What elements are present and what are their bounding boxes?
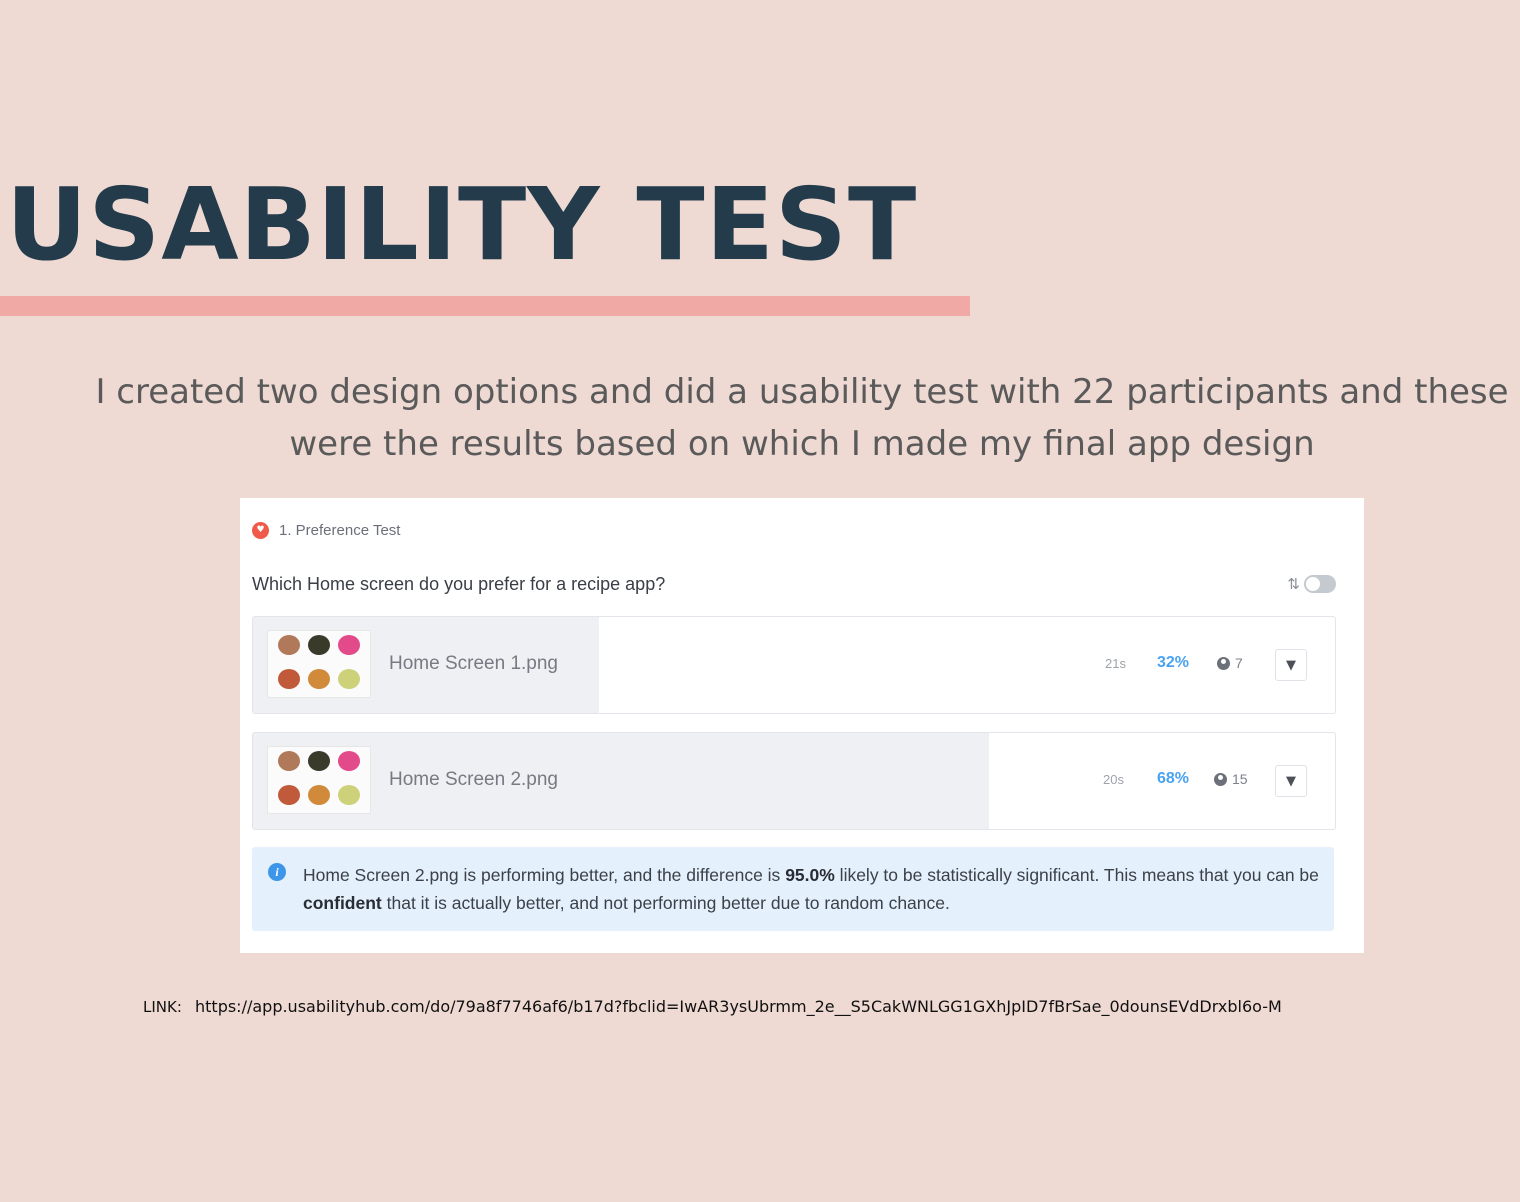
sort-toggle[interactable]: ⇅ <box>1287 575 1336 593</box>
filter-icon: ▼ <box>1286 773 1296 789</box>
info-text-part-1: Home Screen 2.png is performing better, … <box>303 865 786 885</box>
info-significance-value: 95.0% <box>785 865 835 885</box>
option-2-count-value: 15 <box>1232 771 1248 787</box>
test-link: LINK: https://app.usabilityhub.com/do/79… <box>143 997 1282 1016</box>
significance-info-box: i Home Screen 2.png is performing better… <box>252 847 1334 931</box>
option-2-percent: 68% <box>1157 770 1190 787</box>
option-2-count: 15 <box>1214 771 1248 787</box>
heart-icon: ♥ <box>252 522 269 539</box>
significance-text: Home Screen 2.png is performing better, … <box>303 861 1323 917</box>
info-text-part-2: likely to be statistically significant. … <box>834 865 1319 885</box>
preference-test-card: ♥ 1. Preference Test Which Home screen d… <box>240 498 1364 953</box>
toggle-knob <box>1306 577 1320 591</box>
preference-test-label: 1. Preference Test <box>279 522 401 539</box>
option-2-filter-button[interactable]: ▼ <box>1275 765 1307 797</box>
option-2-name: Home Screen 2.png <box>389 769 558 790</box>
link-url[interactable]: https://app.usabilityhub.com/do/79a8f774… <box>195 997 1282 1016</box>
option-2-time: 20s <box>1103 772 1124 787</box>
option-row-1[interactable]: Home Screen 1.png 21s 32% 7 ▼ <box>252 616 1336 714</box>
option-1-name: Home Screen 1.png <box>389 653 558 674</box>
page-title: USABILITY TEST <box>6 166 918 283</box>
option-1-time: 21s <box>1105 656 1126 671</box>
intro-text: I created two design options and did a u… <box>95 372 1509 464</box>
option-row-2[interactable]: Home Screen 2.png 20s 68% 15 ▼ <box>252 732 1336 830</box>
info-icon: i <box>268 863 286 881</box>
filter-icon: ▼ <box>1286 657 1296 673</box>
info-confidence-word: confident <box>303 893 382 913</box>
option-1-count: 7 <box>1217 655 1243 671</box>
sort-icon: ⇅ <box>1287 575 1300 593</box>
info-text-part-3: that it is actually better, and not perf… <box>381 893 950 913</box>
option-2-thumbnail <box>267 746 371 814</box>
option-1-thumbnail <box>267 630 371 698</box>
link-label: LINK: <box>143 998 182 1016</box>
person-icon <box>1214 772 1227 786</box>
option-1-count-value: 7 <box>1235 655 1243 671</box>
question-text: Which Home screen do you prefer for a re… <box>252 574 666 594</box>
title-underline <box>0 296 970 316</box>
person-icon <box>1217 656 1230 670</box>
preference-test-header: ♥ 1. Preference Test <box>252 522 400 539</box>
option-1-filter-button[interactable]: ▼ <box>1275 649 1307 681</box>
sort-toggle-switch[interactable] <box>1304 575 1336 593</box>
option-1-percent: 32% <box>1157 654 1190 671</box>
